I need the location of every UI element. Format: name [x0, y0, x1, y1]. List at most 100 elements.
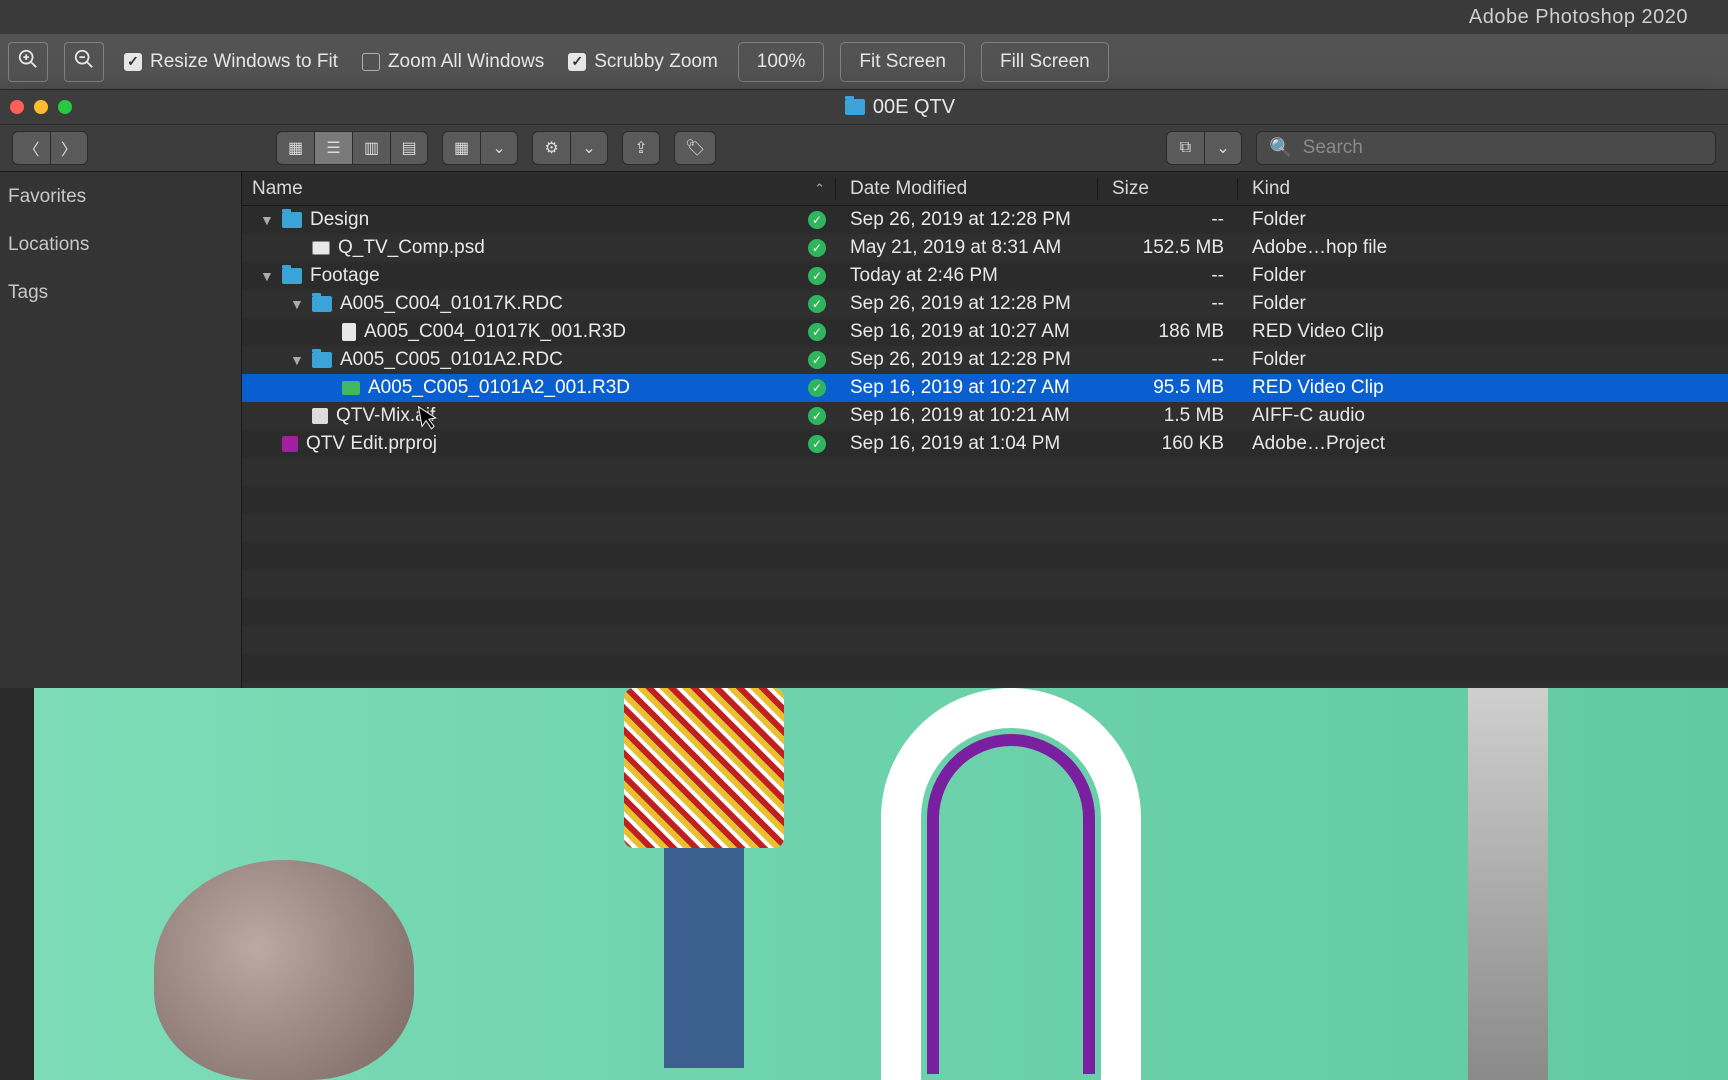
sync-status-icon: ✓ [808, 379, 826, 397]
file-kind: Folder [1238, 349, 1728, 371]
fill-screen-button[interactable]: Fill Screen [981, 42, 1109, 82]
zoom-out-button[interactable] [64, 42, 104, 82]
checkbox-label: Zoom All Windows [388, 51, 544, 73]
search-field[interactable]: 🔍 [1256, 131, 1716, 165]
gear-icon: ⚙ [544, 138, 558, 158]
disclosure-triangle-icon[interactable]: ▼ [260, 268, 274, 284]
file-date: Sep 16, 2019 at 10:21 AM [836, 405, 1098, 427]
window-title: 00E QTV [82, 96, 1718, 119]
arrange-menu[interactable]: ▦ ⌄ [442, 131, 518, 165]
green-icon [342, 381, 360, 395]
file-name: A005_C005_0101A2.RDC [340, 349, 563, 371]
share-icon: ⇪ [634, 138, 647, 158]
table-row[interactable]: Q_TV_Comp.psd✓May 21, 2019 at 8:31 AM152… [242, 234, 1728, 262]
file-size: 160 KB [1098, 433, 1238, 455]
image-content [1468, 688, 1548, 1080]
zoom-all-windows-checkbox[interactable]: Zoom All Windows [358, 51, 548, 73]
dropbox-menu[interactable]: ⧉ ⌄ [1166, 131, 1242, 165]
column-name[interactable]: Name ⌃ [242, 178, 836, 200]
close-icon[interactable] [10, 100, 24, 114]
chevron-down-icon: ⌄ [492, 138, 505, 158]
nav-buttons: 〈 〉 [12, 131, 88, 165]
search-icon: 🔍 [1269, 136, 1293, 160]
file-kind: Folder [1238, 265, 1728, 287]
resize-windows-checkbox[interactable]: Resize Windows to Fit [120, 51, 342, 73]
finder-titlebar[interactable]: 00E QTV [0, 90, 1728, 124]
disclosure-triangle-icon[interactable]: ▼ [260, 212, 274, 228]
action-menu[interactable]: ⚙ ⌄ [532, 131, 608, 165]
file-list: Name ⌃ Date Modified Size Kind ▼ Design ✓ S… [242, 172, 1728, 688]
psd-icon [312, 241, 330, 255]
gallery-view-button[interactable]: ▤ [390, 131, 428, 165]
folder-icon [312, 352, 332, 368]
column-kind[interactable]: Kind [1238, 178, 1728, 200]
sidebar-item-favorites[interactable]: Favorites [0, 180, 241, 214]
column-date[interactable]: Date Modified [836, 178, 1098, 200]
magnifier-plus-icon [17, 48, 39, 76]
file-kind: Folder [1238, 293, 1728, 315]
sort-asc-icon: ⌃ [814, 181, 825, 197]
file-name: Q_TV_Comp.psd [338, 237, 485, 259]
disclosure-triangle-icon[interactable]: ▼ [290, 296, 304, 312]
image-content [594, 688, 814, 1080]
sync-status-icon: ✓ [808, 211, 826, 229]
list-icon: ☰ [326, 138, 340, 158]
dropbox-icon: ⧉ [1180, 139, 1191, 157]
column-view-button[interactable]: ▥ [352, 131, 390, 165]
table-row[interactable]: A005_C004_01017K_001.R3D✓Sep 16, 2019 at… [242, 318, 1728, 346]
file-name: A005_C004_01017K_001.R3D [364, 321, 626, 343]
file-date: Sep 26, 2019 at 12:28 PM [836, 209, 1098, 231]
zoom-in-button[interactable] [8, 42, 48, 82]
tag-icon: 🏷 [685, 138, 705, 158]
table-row[interactable]: ▼A005_C005_0101A2.RDC✓Sep 26, 2019 at 12… [242, 346, 1728, 374]
finder-toolbar: 〈 〉 ▦ ☰ ▥ ▤ ▦ ⌄ ⚙ ⌄ ⇪ 🏷 ⧉ ⌄ 🔍 [0, 124, 1728, 172]
back-button[interactable]: 〈 [12, 131, 50, 165]
minimize-icon[interactable] [34, 100, 48, 114]
tags-button[interactable]: 🏷 [674, 131, 716, 165]
folder-icon [845, 99, 865, 115]
table-row[interactable]: ▼A005_C004_01017K.RDC✓Sep 26, 2019 at 12… [242, 290, 1728, 318]
chevron-left-icon: 〈 [23, 136, 39, 160]
search-input[interactable] [1303, 137, 1703, 159]
fullscreen-icon[interactable] [58, 100, 72, 114]
sync-status-icon: ✓ [808, 351, 826, 369]
table-row[interactable]: QTV Edit.prproj✓Sep 16, 2019 at 1:04 PM1… [242, 430, 1728, 458]
photoshop-options-bar: Resize Windows to Fit Zoom All Windows S… [0, 34, 1728, 90]
chevron-down-icon: ⌄ [582, 138, 595, 158]
zoom-level-field[interactable]: 100% [738, 42, 825, 82]
pr-icon [282, 436, 298, 452]
checkbox-icon [124, 53, 142, 71]
checkbox-label: Resize Windows to Fit [150, 51, 338, 73]
scrubby-zoom-checkbox[interactable]: Scrubby Zoom [564, 51, 722, 73]
grid-4-icon: ▦ [288, 138, 303, 158]
share-button[interactable]: ⇪ [622, 131, 660, 165]
fit-screen-button[interactable]: Fit Screen [840, 42, 965, 82]
table-row[interactable]: ▼Footage✓Today at 2:46 PM--Folder [242, 262, 1728, 290]
photoshop-canvas[interactable] [0, 688, 1728, 1080]
file-name: Design [310, 209, 369, 231]
disclosure-triangle-icon[interactable]: ▼ [290, 352, 304, 368]
file-date: May 21, 2019 at 8:31 AM [836, 237, 1098, 259]
sidebar-item-tags[interactable]: Tags [0, 276, 241, 310]
photoshop-title-bar: Adobe Photoshop 2020 [0, 0, 1728, 34]
list-view-button[interactable]: ☰ [314, 131, 352, 165]
file-size: -- [1098, 209, 1238, 231]
traffic-lights [10, 100, 72, 114]
file-size: -- [1098, 265, 1238, 287]
file-date: Sep 26, 2019 at 12:28 PM [836, 293, 1098, 315]
forward-button[interactable]: 〉 [50, 131, 88, 165]
file-name: A005_C005_0101A2_001.R3D [368, 377, 630, 399]
magnifier-minus-icon [73, 48, 95, 76]
file-name: QTV-Mix.aif [336, 405, 435, 427]
image-content [881, 688, 1141, 1080]
icon-view-button[interactable]: ▦ [276, 131, 314, 165]
finder-sidebar: Favorites Locations Tags [0, 172, 242, 688]
table-row[interactable]: QTV-Mix.aif✓Sep 16, 2019 at 10:21 AM1.5 … [242, 402, 1728, 430]
file-size: 95.5 MB [1098, 377, 1238, 399]
table-row[interactable]: A005_C005_0101A2_001.R3D✓Sep 16, 2019 at… [242, 374, 1728, 402]
document-image [34, 688, 1728, 1080]
file-name: Footage [310, 265, 380, 287]
column-size[interactable]: Size [1098, 178, 1238, 200]
table-row[interactable]: ▼Design✓Sep 26, 2019 at 12:28 PM--Folder [242, 206, 1728, 234]
sidebar-item-locations[interactable]: Locations [0, 228, 241, 262]
